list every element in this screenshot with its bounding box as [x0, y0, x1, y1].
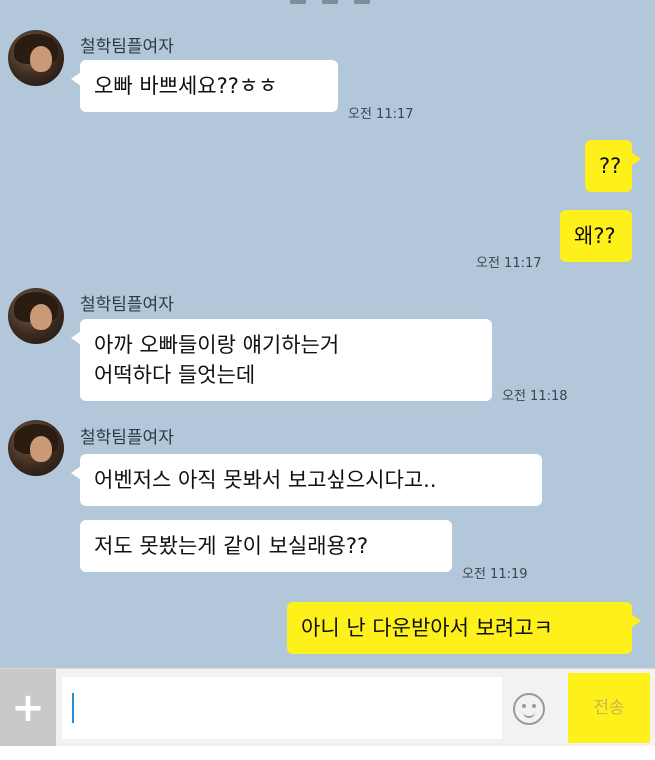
message-text: 저도 못봤는게 같이 보실래용?? [94, 534, 369, 558]
sender-name: 철학팀플여자 [80, 428, 174, 448]
attach-button[interactable]: + [0, 669, 56, 747]
message-time: 오전 11:17 [348, 107, 414, 122]
message-text: 오빠 바쁘세요??ㅎㅎ [94, 74, 278, 98]
chat-area: 철학팀플여자 오빠 바쁘세요??ㅎㅎ 오전 11:17 ?? 왜?? 오전 11… [0, 0, 655, 668]
message-text: 어떡하다 들엇는데 [94, 363, 256, 387]
my-message-bubble[interactable]: 왜?? [560, 210, 632, 262]
avatar[interactable] [8, 30, 64, 86]
message-input[interactable] [62, 677, 502, 739]
avatar[interactable] [8, 420, 64, 476]
send-button[interactable]: 전송 [568, 673, 650, 743]
message-time: 오전 11:19 [462, 567, 528, 582]
sender-name: 철학팀플여자 [80, 37, 174, 57]
my-message-bubble[interactable]: ?? [585, 140, 641, 192]
message-text: 왜?? [574, 224, 616, 248]
message-bubble[interactable]: 저도 못봤는게 같이 보실래용?? [80, 520, 452, 572]
message-text: 아니 난 다운받아서 보려고ㅋ [301, 616, 553, 640]
plus-icon: + [11, 685, 45, 731]
smiley-icon[interactable] [513, 693, 545, 725]
message-bubble[interactable]: 아까 오빠들이랑 얘기하는거 어떡하다 들엇는데 [71, 319, 492, 401]
message-text: 아까 오빠들이랑 얘기하는거 [94, 333, 340, 357]
message-time: 오전 11:17 [476, 256, 542, 271]
message-bubble[interactable]: 오빠 바쁘세요??ㅎㅎ [71, 60, 338, 112]
message-time: 오전 11:18 [502, 389, 568, 404]
message-text: 어벤저스 아직 못봐서 보고싶으시다고.. [94, 468, 437, 492]
bottom-strip [0, 746, 655, 760]
my-message-bubble[interactable]: 아니 난 다운받아서 보려고ㅋ [287, 602, 641, 654]
avatar[interactable] [8, 288, 64, 344]
message-bubble[interactable]: 어벤저스 아직 못봐서 보고싶으시다고.. [71, 454, 542, 506]
top-cutoff [0, 0, 655, 10]
sender-name: 철학팀플여자 [80, 295, 174, 315]
message-input-bar: + 전송 [0, 668, 655, 747]
message-text: ?? [599, 154, 622, 178]
text-caret [72, 693, 74, 723]
